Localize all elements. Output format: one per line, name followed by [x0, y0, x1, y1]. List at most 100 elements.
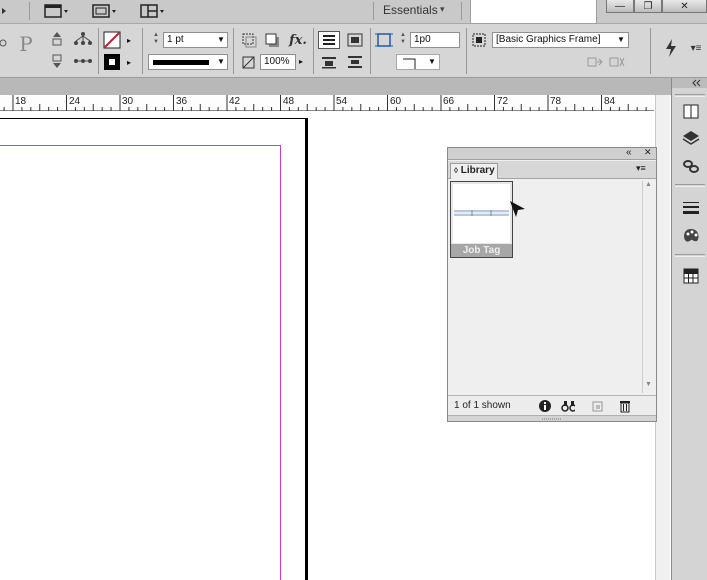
tab-grip-icon: ◊ [454, 166, 458, 175]
object-style-icon[interactable] [471, 32, 487, 48]
layers-icon[interactable] [680, 128, 702, 148]
clear-non-defined-attributes-icon[interactable] [608, 54, 626, 70]
fill-dropdown-arrow-icon[interactable]: ▸ [127, 36, 131, 45]
minimize-button[interactable]: — [606, 0, 634, 13]
control-divider [650, 28, 651, 74]
close-panel-icon[interactable]: ✕ [644, 147, 652, 158]
stroke-weight-stepper[interactable]: ▲ ▼ [151, 32, 161, 48]
ruler-label: 66 [443, 96, 455, 107]
stroke-type-select[interactable] [148, 54, 228, 70]
fill-swatch-icon[interactable] [103, 31, 121, 49]
arrange-documents-icon[interactable] [138, 2, 168, 20]
library-tab-bar: ◊ Library ▾≡ [448, 161, 656, 179]
control-divider [370, 28, 371, 74]
app-bar-divider [373, 2, 374, 20]
object-style-dropdown-icon[interactable]: ▼ [617, 35, 625, 44]
select-content-icon[interactable] [47, 52, 67, 70]
screen-mode-icon[interactable] [90, 2, 120, 20]
document-tab-strip [0, 78, 707, 95]
view-options-icon[interactable] [42, 2, 72, 20]
ruler-label: 60 [390, 96, 402, 107]
tab-library[interactable]: ◊ Library [450, 163, 498, 179]
dock-grip[interactable] [675, 184, 705, 187]
library-resize-grip[interactable] [448, 415, 656, 421]
opacity-dropdown-arrow-icon[interactable]: ▸ [299, 57, 303, 66]
control-divider [466, 28, 467, 74]
library-item-thumbnail [453, 184, 510, 243]
margin-guide [0, 145, 281, 580]
offset-field[interactable]: 1p0 [410, 32, 460, 48]
dock-collapse-bar[interactable] [672, 78, 707, 88]
stroke-icon[interactable] [680, 198, 702, 218]
align-left-fragment-icon[interactable] [0, 34, 10, 52]
library-item-label: Job Tag [451, 244, 512, 257]
workspace-switcher[interactable]: Essentials [383, 3, 438, 17]
effects-button[interactable]: fx. [287, 31, 309, 49]
item-count: 1 of 1 shown [454, 400, 511, 411]
text-wrap-object-shape-icon[interactable] [318, 53, 340, 71]
stroke-weight-dropdown-icon[interactable]: ▼ [217, 35, 225, 44]
offset-stepper[interactable]: ▲ ▼ [398, 32, 408, 48]
panel-dock [671, 78, 707, 580]
search-field[interactable] [470, 0, 597, 24]
paragraph-mode-icon[interactable]: P [12, 32, 40, 56]
ruler-label: 42 [229, 96, 241, 107]
dock-grip[interactable] [675, 254, 705, 257]
collapse-panel-icon[interactable]: « [626, 147, 632, 158]
delete-library-item-icon[interactable] [618, 399, 632, 413]
indesign-window: Essentials ▾ — ❐ ✕ P ▸ ▸ ▲ ▼ 1 pt ▼ ▼ fx… [0, 0, 707, 580]
opacity-field[interactable]: 100% [260, 54, 296, 70]
quick-apply-icon[interactable] [663, 38, 679, 58]
clear-overrides-icon[interactable] [586, 54, 604, 70]
select-next-object-icon[interactable] [72, 52, 94, 70]
ruler-label: 48 [283, 96, 295, 107]
restore-button[interactable]: ❐ [634, 0, 662, 13]
stroke-swatch-icon[interactable] [103, 53, 121, 71]
workspace-dropdown-arrow-icon[interactable]: ▾ [440, 4, 445, 15]
control-panel: P ▸ ▸ ▲ ▼ 1 pt ▼ ▼ fx. 100% ▸ ▲ ▼ 1p0 ▼ … [0, 24, 707, 78]
text-wrap-bounding-box-icon[interactable] [344, 31, 366, 49]
scroll-down-icon[interactable]: ▼ [645, 381, 652, 388]
close-button[interactable]: ✕ [662, 0, 707, 13]
text-wrap-none-icon[interactable] [318, 31, 340, 49]
application-bar: Essentials ▾ — ❐ ✕ [0, 0, 707, 24]
new-library-item-icon[interactable] [590, 399, 604, 413]
ruler-label: 36 [176, 96, 188, 107]
stroke-dropdown-arrow-icon[interactable]: ▸ [127, 58, 131, 67]
app-bar-divider [29, 2, 30, 20]
select-container-icon[interactable] [47, 30, 67, 48]
object-style-value: [Basic Graphics Frame] [496, 34, 601, 45]
links-icon[interactable] [680, 156, 702, 176]
app-bar-scroll-arrow-icon[interactable] [0, 2, 8, 20]
control-panel-menu-icon[interactable]: ▾≡ [685, 38, 707, 58]
table-icon[interactable] [680, 266, 702, 286]
ruler-label: 84 [604, 96, 616, 107]
library-scrollbar[interactable]: ▲ ▼ [642, 181, 654, 393]
mouse-pointer-icon [510, 201, 525, 217]
stroke-type-preview [153, 60, 209, 65]
show-library-subset-icon[interactable] [561, 399, 575, 413]
object-style-select[interactable]: [Basic Graphics Frame] [492, 32, 629, 48]
pages-icon[interactable] [680, 102, 702, 122]
library-item-information-icon[interactable] [538, 399, 552, 413]
ruler-label: 24 [69, 96, 81, 107]
panel-menu-icon[interactable]: ▾≡ [636, 163, 646, 174]
effects-label: fx. [289, 32, 307, 48]
drop-shadow-toggle-icon[interactable] [240, 32, 258, 48]
dock-grip[interactable] [675, 94, 705, 97]
scroll-up-icon[interactable]: ▲ [645, 181, 652, 188]
stroke-type-dropdown-icon[interactable]: ▼ [217, 57, 225, 66]
library-panel: « ✕ ◊ Library ▾≡ Job Tag ▲ ▼ 1 of 1 show… [447, 147, 657, 422]
shadow-icon[interactable] [264, 32, 282, 48]
frame-fitting-icon[interactable] [375, 31, 393, 49]
corner-shape-dropdown-icon[interactable]: ▼ [428, 57, 436, 66]
horizontal-ruler[interactable]: 18 24 30 36 42 48 54 60 66 72 78 84 [0, 95, 654, 111]
swatches-icon[interactable] [680, 226, 702, 246]
library-panel-header[interactable]: « ✕ [448, 147, 656, 160]
paragraph-glyph: P [19, 32, 33, 56]
control-divider [98, 28, 99, 74]
select-previous-object-icon[interactable] [72, 30, 94, 48]
library-item[interactable]: Job Tag [450, 181, 513, 258]
document-vertical-scrollbar[interactable] [655, 95, 670, 580]
text-wrap-jump-icon[interactable] [344, 53, 366, 71]
